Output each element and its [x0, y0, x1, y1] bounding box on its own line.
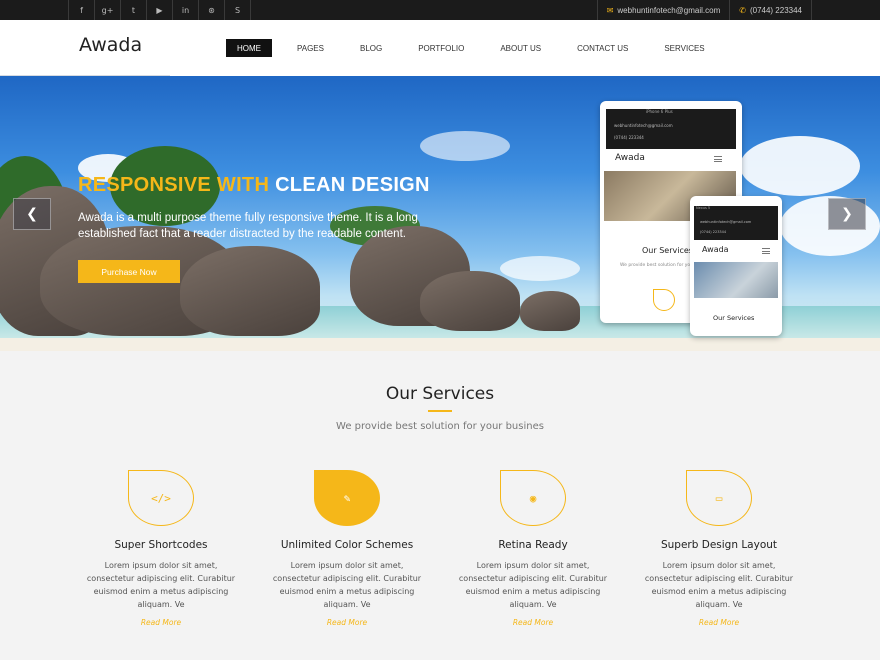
read-more-link[interactable]: Read More: [634, 618, 804, 627]
cloud: [420, 131, 510, 161]
device-topbar: iPhone 6 Plus webhuntinfotech@gmail.com …: [606, 109, 736, 149]
laptop-icon: ▭: [686, 470, 752, 526]
twitter-icon[interactable]: t: [121, 0, 147, 20]
nav-blog[interactable]: BLOG: [349, 39, 393, 57]
service-text: Lorem ipsum dolor sit amet, consectetur …: [644, 561, 794, 609]
device-phone: (0744) 223344: [614, 135, 644, 140]
rock: [180, 246, 320, 336]
phone-text: (0744) 223344: [749, 5, 802, 15]
youtube-icon[interactable]: ▶: [147, 0, 173, 20]
nav-pages[interactable]: PAGES: [286, 39, 335, 57]
linkedin-icon[interactable]: in: [173, 0, 199, 20]
chevron-right-icon[interactable]: ❯: [828, 198, 866, 230]
beach-sand: [0, 338, 880, 351]
rock: [520, 291, 580, 331]
service-title: Retina Ready: [498, 539, 568, 551]
nav-home[interactable]: HOME: [226, 39, 272, 57]
device-logo: Awada: [615, 153, 645, 163]
services-subtitle: We provide best solution for your busine…: [336, 421, 544, 432]
envelope-icon: ✉: [606, 5, 614, 15]
service-title: Unlimited Color Schemes: [280, 539, 414, 551]
nav-services[interactable]: SERVICES: [653, 39, 715, 57]
device-heading: Our Services: [713, 314, 755, 322]
email-link[interactable]: ✉ webhuntinfotech@gmail.com: [598, 0, 731, 20]
service-text: Lorem ipsum dolor sit amet, consectetur …: [272, 561, 422, 609]
eye-icon: ◉: [500, 470, 566, 526]
service-card: ◉ Retina Ready Lorem ipsum dolor sit ame…: [448, 470, 618, 627]
pencil-icon: ✎: [314, 470, 380, 526]
hero-title: RESPONSIVE WITH CLEAN DESIGN: [78, 174, 430, 197]
site-logo[interactable]: Awada: [79, 34, 142, 56]
service-title: Superb Design Layout: [660, 539, 778, 551]
social-links: f g+ t ▶ in ⊛ S: [68, 0, 251, 20]
hero-slider: RESPONSIVE WITH CLEAN DESIGN Awada is a …: [0, 76, 880, 351]
main-nav: HOME PAGES BLOG PORTFOLIO ABOUT US CONTA…: [226, 39, 730, 57]
device-service-icon: [653, 289, 675, 311]
nav-about-us[interactable]: ABOUT US: [489, 39, 552, 57]
service-card: ▭ Superb Design Layout Lorem ipsum dolor…: [634, 470, 804, 627]
rock: [420, 271, 520, 331]
top-bar: f g+ t ▶ in ⊛ S ✉ webhuntinfotech@gmail.…: [0, 0, 880, 20]
device-logo: Awada: [702, 245, 729, 254]
device-phone: (0744) 223344: [700, 230, 727, 234]
cloud: [500, 256, 580, 281]
service-title: Super Shortcodes: [114, 539, 208, 551]
site-header: Awada HOME PAGES BLOG PORTFOLIO ABOUT US…: [0, 20, 880, 76]
chevron-left-icon[interactable]: ❮: [13, 198, 51, 230]
menu-icon: [714, 156, 722, 162]
device-label: iPhone 6 Plus: [646, 109, 673, 114]
device-topbar: Nexus 5 webhuntinfotech@gmail.com (0744)…: [694, 206, 778, 240]
services-title: Our Services: [385, 384, 495, 404]
read-more-link[interactable]: Read More: [448, 618, 618, 627]
phone-link[interactable]: ✆ (0744) 223344: [730, 0, 812, 20]
service-card: </> Super Shortcodes Lorem ipsum dolor s…: [76, 470, 246, 627]
read-more-link[interactable]: Read More: [262, 618, 432, 627]
service-text: Lorem ipsum dolor sit amet, consectetur …: [86, 561, 236, 609]
device-email: webhuntinfotech@gmail.com: [614, 123, 673, 128]
service-card: ✎ Unlimited Color Schemes Lorem ipsum do…: [262, 470, 432, 627]
hero-text: Awada is a multi purpose theme fully res…: [78, 212, 418, 240]
dribbble-icon[interactable]: ⊛: [199, 0, 225, 20]
device-mockup-small: Nexus 5 webhuntinfotech@gmail.com (0744)…: [690, 196, 782, 336]
device-heading: Our Services: [642, 246, 693, 255]
skype-icon[interactable]: S: [225, 0, 251, 20]
contact-info: ✉ webhuntinfotech@gmail.com ✆ (0744) 223…: [596, 0, 812, 20]
service-text: Lorem ipsum dolor sit amet, consectetur …: [458, 561, 608, 609]
hero-title-highlight: RESPONSIVE WITH: [78, 174, 270, 196]
device-label: Nexus 5: [696, 206, 711, 210]
code-icon: </>: [128, 470, 194, 526]
facebook-icon[interactable]: f: [69, 0, 95, 20]
email-text: webhuntinfotech@gmail.com: [617, 5, 721, 15]
phone-icon: ✆: [739, 5, 746, 15]
device-subheading: We provide best solution for you: [620, 263, 694, 268]
nav-portfolio[interactable]: PORTFOLIO: [407, 39, 475, 57]
purchase-now-button[interactable]: Purchase Now: [78, 260, 180, 283]
title-underline: [428, 410, 452, 412]
hero-title-rest: CLEAN DESIGN: [275, 174, 430, 196]
nav-contact-us[interactable]: CONTACT US: [566, 39, 639, 57]
device-email: webhuntinfotech@gmail.com: [700, 220, 752, 224]
read-more-link[interactable]: Read More: [76, 618, 246, 627]
cloud: [740, 136, 860, 196]
google-plus-icon[interactable]: g+: [95, 0, 121, 20]
menu-icon: [762, 248, 770, 254]
device-slider-image: [694, 262, 778, 298]
